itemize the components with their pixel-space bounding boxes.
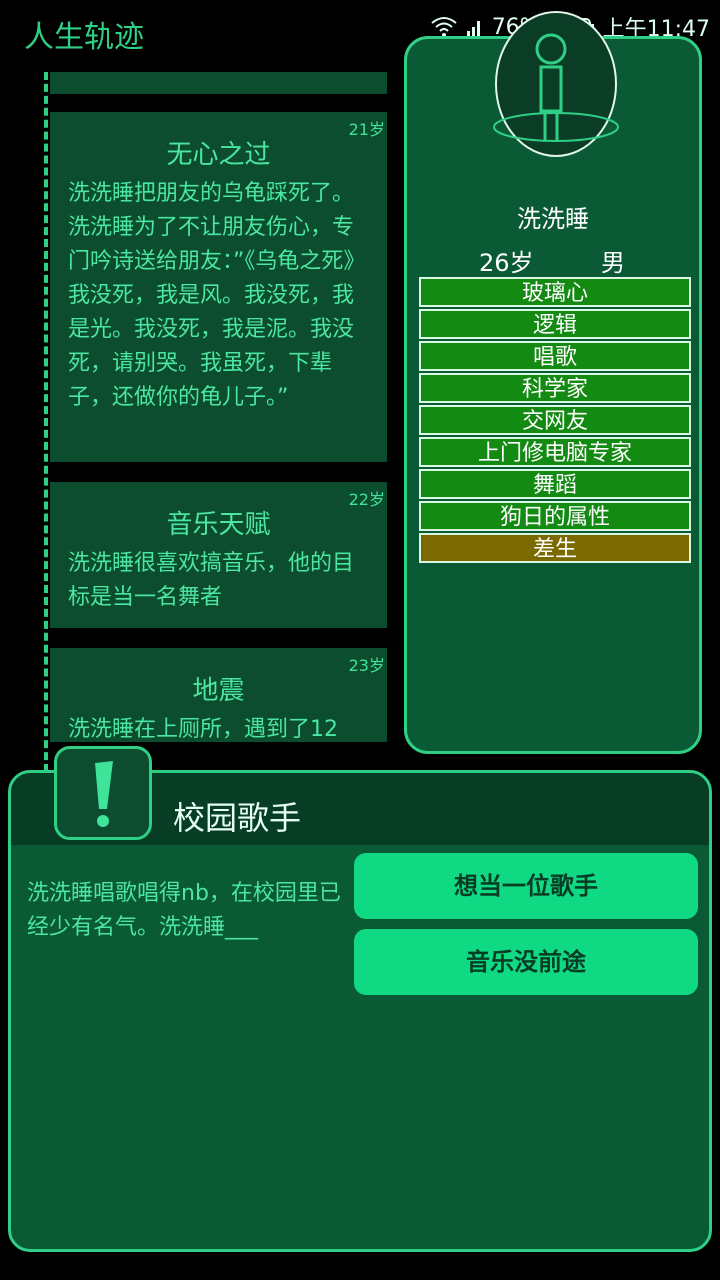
trait-badge: 上门修电脑专家 [419, 437, 691, 467]
event-title: 地震 [192, 676, 245, 706]
timeline-card[interactable]: 22岁 音乐天赋 洗洗睡很喜欢搞音乐，他的目标是当一名舞者 [50, 482, 387, 628]
dialog-description: 洗洗睡唱歌唱得nb，在校园里已经少有名气。洗洗睡___ [27, 881, 341, 940]
profile-name: 洗洗睡 [517, 205, 589, 233]
event-title: 音乐天赋 [166, 510, 271, 540]
event-description: 洗洗睡把朋友的乌龟踩死了。洗洗睡为了不让朋友伤心，专门吟诗送给朋友：”《乌龟之死… [68, 181, 366, 410]
stick-figure-icon [489, 9, 623, 159]
trait-badge: 差生 [419, 533, 691, 563]
choice-button[interactable]: 想当一位歌手 [354, 853, 698, 919]
timeline-card-partial [50, 72, 387, 94]
event-description: 洗洗睡很喜欢搞音乐，他的目标是当一名舞者 [68, 551, 355, 610]
event-age: 21岁 [348, 120, 385, 139]
trait-badge: 舞蹈 [419, 469, 691, 499]
event-age: 23岁 [348, 656, 385, 675]
trait-badge: 科学家 [419, 373, 691, 403]
profile-card: 洗洗睡 26岁 男 玻璃心 逻辑 唱歌 科学家 交网友 上门修电脑专家 舞蹈 狗… [404, 11, 702, 754]
choice-button[interactable]: 音乐没前途 [354, 929, 698, 995]
profile-age: 26岁 [479, 249, 534, 277]
trait-badge: 交网友 [419, 405, 691, 435]
profile-gender: 男 [601, 249, 625, 277]
trait-badge: 逻辑 [419, 309, 691, 339]
trait-badge: 狗日的属性 [419, 501, 691, 531]
event-title: 无心之过 [166, 140, 271, 170]
timeline-card[interactable]: 21岁 无心之过 洗洗睡把朋友的乌龟踩死了。洗洗睡为了不让朋友伤心，专门吟诗送给… [50, 112, 387, 462]
timeline-rail [44, 72, 48, 772]
event-age: 22岁 [348, 490, 385, 509]
event-description: 洗洗睡在上厕所，遇到了12 [68, 717, 338, 742]
exclamation-icon [95, 761, 113, 827]
trait-badge: 唱歌 [419, 341, 691, 371]
app-title: 人生轨迹 [24, 20, 144, 55]
dialog-title: 校园歌手 [173, 799, 302, 837]
timeline-card[interactable]: 23岁 地震 洗洗睡在上厕所，遇到了12 [50, 648, 387, 742]
trait-list: 玻璃心 逻辑 唱歌 科学家 交网友 上门修电脑专家 舞蹈 狗日的属性 差生 [419, 277, 691, 565]
trait-badge: 玻璃心 [419, 277, 691, 307]
alert-badge [54, 746, 152, 840]
event-dialog: 校园歌手 洗洗睡唱歌唱得nb，在校园里已经少有名气。洗洗睡___ 想当一位歌手 … [8, 770, 712, 1252]
